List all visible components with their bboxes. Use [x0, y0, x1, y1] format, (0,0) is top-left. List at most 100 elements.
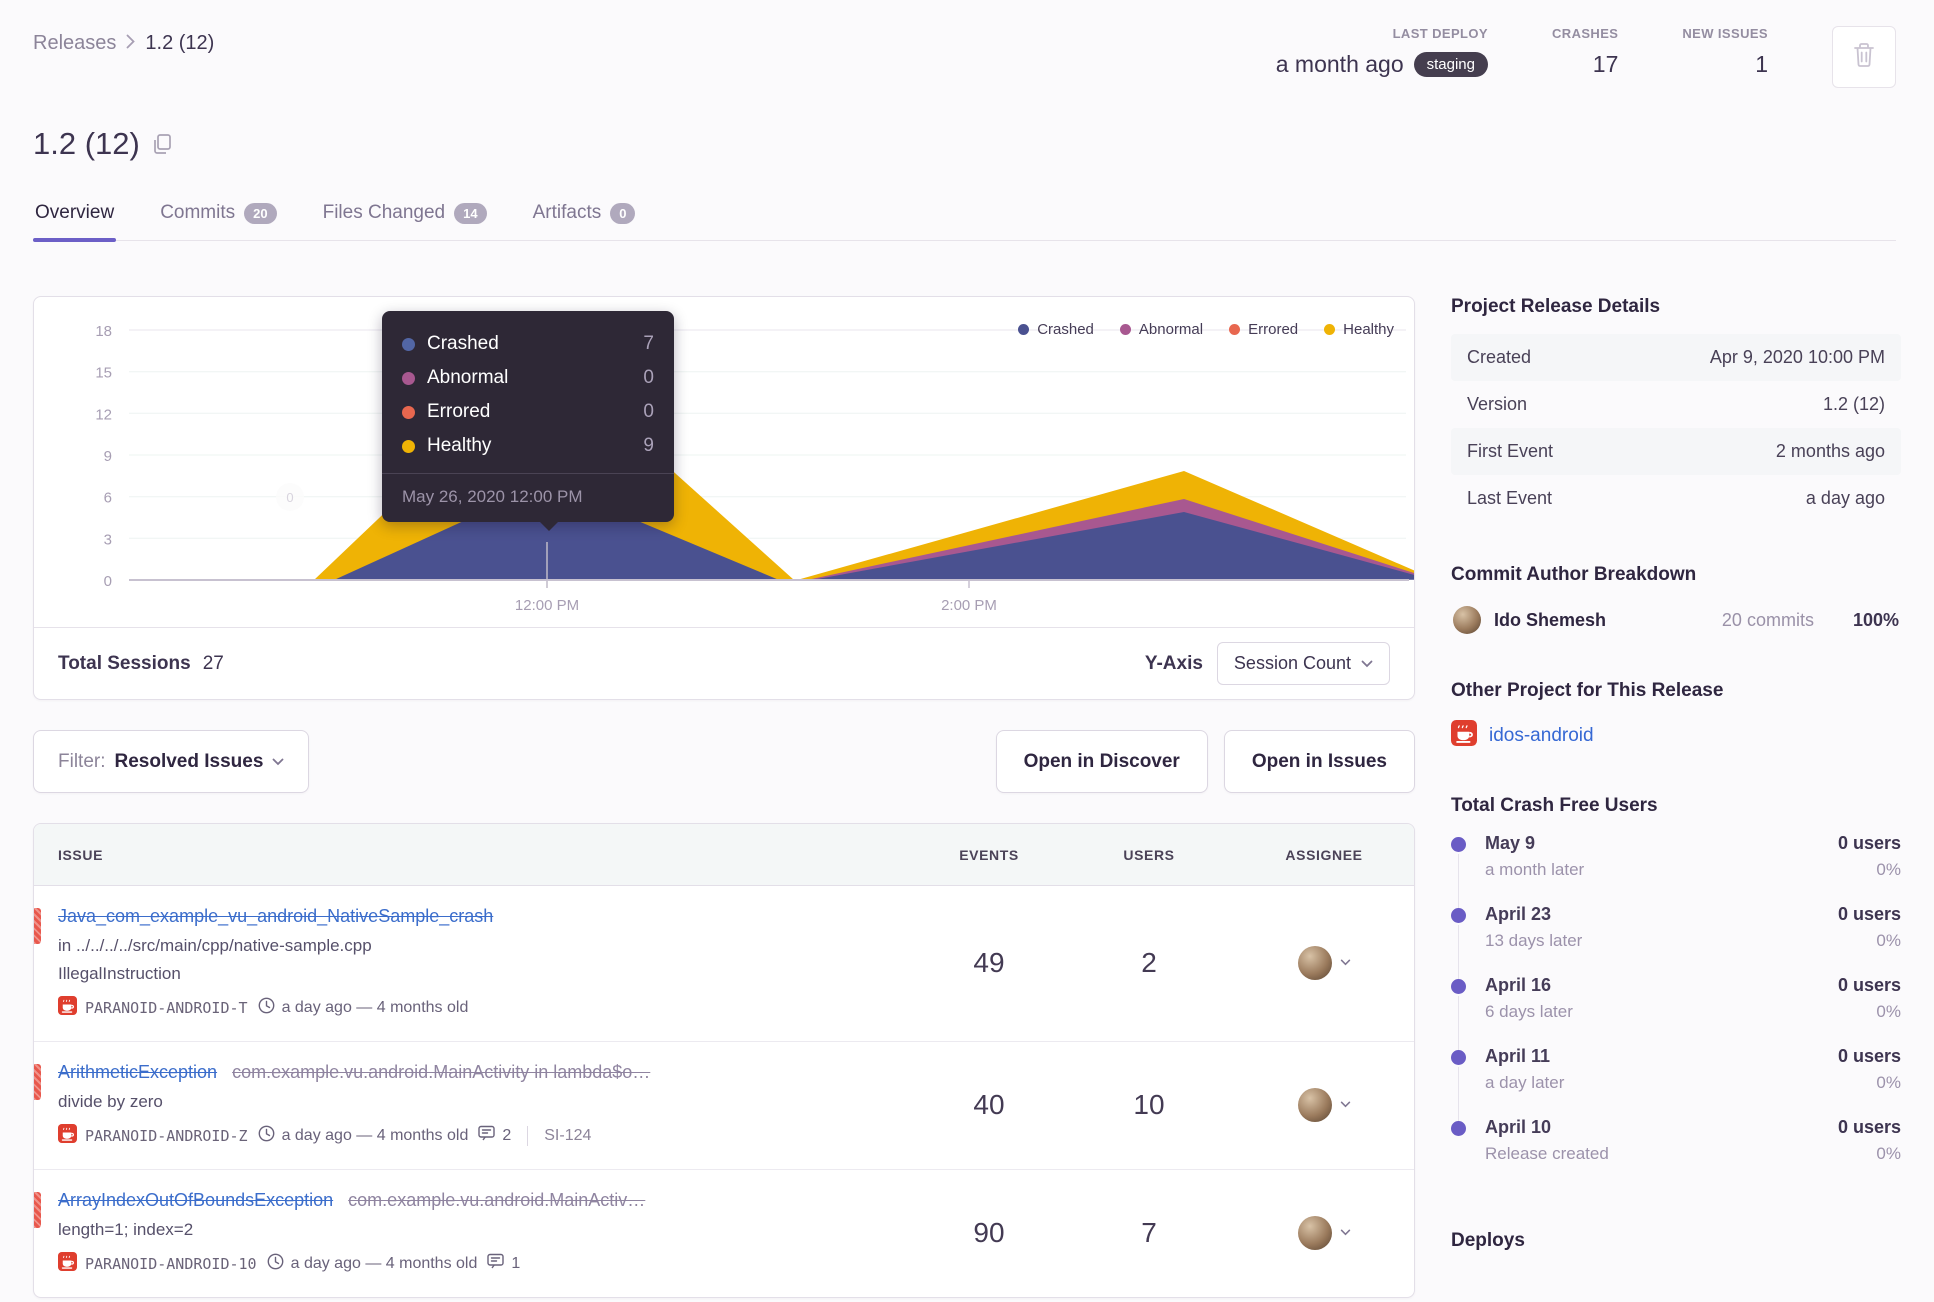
detail-last-event: Last Event a day ago	[1467, 488, 1885, 508]
breadcrumb-current: 1.2 (12)	[145, 32, 215, 54]
copy-icon[interactable]	[152, 133, 172, 155]
detail-created: Created Apr 9, 2020 10:00 PM	[1451, 334, 1901, 381]
legend-crashed[interactable]: Crashed	[1018, 321, 1094, 338]
stat-crashes-value: 17	[1592, 51, 1619, 77]
sessions-chart[interactable]: 18 15 12 9 6 3 0 0 12:00 PM 2:00 PM Cras…	[34, 297, 1434, 627]
tab-commits-count: 20	[244, 202, 277, 224]
other-project-row[interactable]: idos-android	[1451, 718, 1901, 753]
project-badge[interactable]: PARANOID-ANDROID-T	[58, 996, 248, 1019]
tooltip-row-healthy: Healthy 9	[402, 429, 654, 463]
issue-events-count: 49	[973, 946, 1005, 978]
crash-free-item-4: April 11 a day later 0 users 0%	[1451, 1046, 1901, 1123]
issue-title-link[interactable]: ArithmeticException	[58, 1062, 217, 1082]
chevron-down-icon[interactable]	[1340, 959, 1351, 966]
detail-first-event: First Event 2 months ago	[1451, 428, 1901, 475]
svg-text:9: 9	[104, 448, 112, 465]
section-title: Deploys	[1451, 1230, 1525, 1251]
svg-text:0: 0	[104, 573, 112, 590]
assignee-avatar[interactable]	[1297, 1087, 1332, 1122]
legend-abnormal[interactable]: Abnormal	[1119, 321, 1204, 338]
issue-comments[interactable]: 2	[478, 1125, 511, 1146]
col-users: USERS	[1123, 846, 1175, 863]
tab-artifacts-label: Artifacts	[532, 202, 602, 223]
other-project-section: Other Project for This Release idos-andr…	[1451, 680, 1901, 753]
issue-comments[interactable]: 1	[487, 1253, 520, 1274]
sessions-area-chart-svg: 18 15 12 9 6 3 0 0 12:00 PM 2:00 PM	[95, 323, 1434, 614]
project-slug: PARANOID-ANDROID-Z	[85, 1126, 248, 1145]
issue-row-2[interactable]: ArithmeticException com.example.vu.andro…	[34, 1042, 1414, 1170]
delete-release-button[interactable]	[1832, 26, 1896, 88]
healthy-dot-icon	[402, 439, 415, 453]
tooltip-row-errored: Errored 0	[402, 395, 654, 429]
crashed-dot-icon	[402, 337, 415, 351]
chart-tooltip: Crashed 7 Abnormal 0 Errored 0 Healthy 9…	[382, 311, 674, 531]
issue-users-count: 2	[1141, 946, 1157, 978]
chevron-down-icon[interactable]	[1340, 1101, 1351, 1108]
svg-text:18: 18	[95, 323, 112, 340]
assignee-cell[interactable]	[1234, 1087, 1414, 1122]
sessions-chart-card: 18 15 12 9 6 3 0 0 12:00 PM 2:00 PM Cras…	[33, 296, 1434, 700]
issue-culprit: com.example.vu.android.MainActiv…	[348, 1190, 646, 1210]
issue-title-link[interactable]: Java_com_example_vu_android_NativeSample…	[58, 906, 493, 926]
deploys-section: Deploys	[1451, 1230, 1901, 1252]
comment-icon	[478, 1125, 496, 1146]
assignee-cell[interactable]	[1234, 945, 1414, 980]
release-tabs: Overview Commits 20 Files Changed 14 Art…	[33, 196, 1896, 242]
tooltip-pointer	[539, 521, 559, 531]
svg-text:3: 3	[104, 531, 112, 548]
crash-free-users-section: Total Crash Free Users May 9 a month lat…	[1451, 795, 1901, 1188]
tab-overview[interactable]: Overview	[33, 196, 117, 242]
assignee-avatar[interactable]	[1297, 945, 1332, 980]
tooltip-row-abnormal: Abnormal 0	[402, 361, 654, 395]
java-project-icon	[58, 1252, 77, 1275]
chevron-down-icon	[1361, 660, 1373, 668]
other-project-link[interactable]: idos-android	[1489, 725, 1594, 747]
issue-users-count: 10	[1133, 1088, 1165, 1120]
author-name: Ido Shemesh	[1494, 609, 1607, 630]
legend-abnormal-label: Abnormal	[1138, 321, 1204, 338]
tooltip-date: May 26, 2020 12:00 PM	[382, 473, 674, 522]
tab-artifacts[interactable]: Artifacts 0	[531, 196, 638, 240]
issues-toolbar: Filter: Resolved Issues Open in Discover…	[33, 730, 1415, 793]
open-in-discover-button[interactable]: Open in Discover	[995, 730, 1208, 793]
clock-icon	[267, 1253, 284, 1275]
svg-text:6: 6	[104, 490, 112, 507]
tab-commits-label: Commits	[160, 202, 236, 223]
legend-healthy[interactable]: Healthy	[1324, 321, 1394, 338]
svg-text:0: 0	[286, 490, 293, 505]
timeline-line	[1458, 996, 1459, 1052]
assignee-avatar[interactable]	[1297, 1215, 1332, 1250]
project-badge[interactable]: PARANOID-ANDROID-Z	[58, 1124, 248, 1147]
open-in-issues-button[interactable]: Open in Issues	[1223, 730, 1415, 793]
release-detail-page: Releases 1.2 (12) LAST DEPLOY a month ag…	[0, 0, 1934, 1302]
issues-filter-dropdown[interactable]: Filter: Resolved Issues	[33, 730, 310, 793]
breadcrumb-releases-link[interactable]: Releases	[33, 32, 116, 55]
stat-last-deploy-label: LAST DEPLOY	[1392, 26, 1488, 41]
tab-commits[interactable]: Commits 20	[158, 196, 278, 240]
tab-files-changed[interactable]: Files Changed 14	[321, 196, 489, 240]
chart-footer: Total Sessions 27 Y-Axis Session Count	[34, 627, 1414, 699]
page-title: 1.2 (12)	[33, 126, 140, 161]
crash-free-item-2: April 23 13 days later 0 users 0%	[1451, 904, 1901, 981]
yaxis-select[interactable]: Session Count	[1216, 642, 1390, 685]
issue-title-link[interactable]: ArrayIndexOutOfBoundsException	[58, 1190, 333, 1210]
section-title: Commit Author Breakdown	[1451, 564, 1697, 585]
timeline-dot-icon	[1451, 837, 1466, 852]
tooltip-row-crashed: Crashed 7	[402, 327, 654, 361]
filter-selected-value: Resolved Issues	[114, 750, 264, 772]
col-events: EVENTS	[959, 846, 1019, 863]
legend-errored[interactable]: Errored	[1229, 321, 1298, 338]
issue-age: a day ago — 4 months old	[267, 1253, 477, 1275]
header-stats: LAST DEPLOY a month ago staging CRASHES …	[1276, 26, 1896, 88]
issue-message: IllegalInstruction	[58, 964, 181, 983]
project-release-details-section: Project Release Details Created Apr 9, 2…	[1451, 296, 1901, 522]
issue-row-1[interactable]: Java_com_example_vu_android_NativeSample…	[34, 886, 1414, 1042]
project-badge[interactable]: PARANOID-ANDROID-10	[58, 1252, 257, 1275]
assignee-cell[interactable]	[1234, 1215, 1414, 1250]
col-issue: ISSUE	[58, 846, 104, 863]
chevron-down-icon[interactable]	[1340, 1229, 1351, 1236]
filter-label: Filter:	[58, 750, 106, 772]
issue-short-id: SI-124	[544, 1126, 592, 1144]
issue-row-3[interactable]: ArrayIndexOutOfBoundsException com.examp…	[34, 1170, 1414, 1297]
author-commit-count: 20 commits	[1721, 609, 1814, 630]
